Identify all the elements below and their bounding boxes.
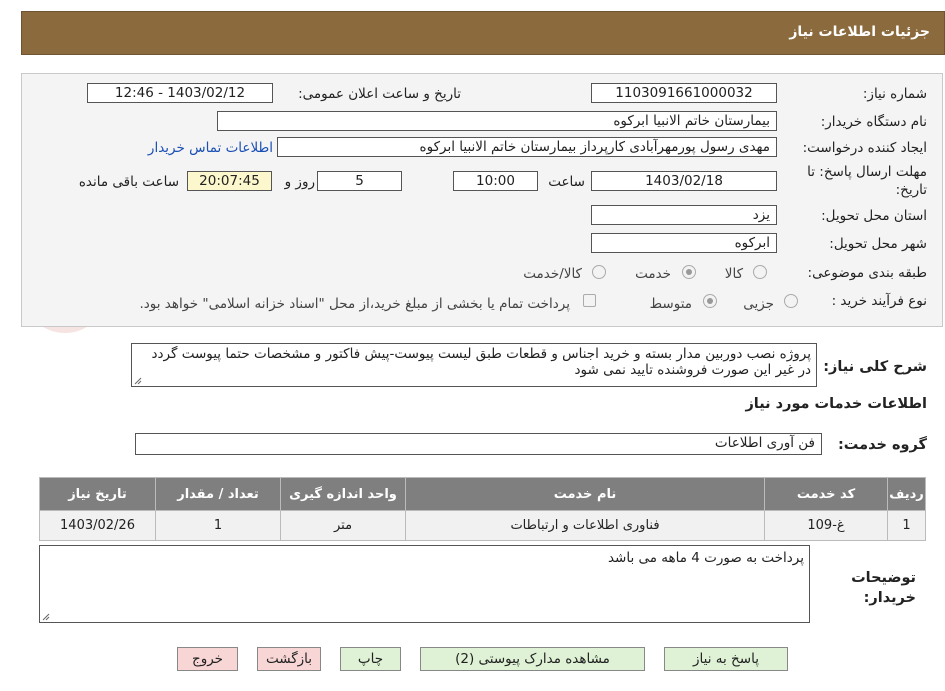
description-text: پروژه نصب دوربین مدار بسته و خرید اجناس … [151,346,812,378]
announce-label: تاریخ و ساعت اعلان عمومی: [298,86,461,102]
days-field: 5 [317,171,402,191]
resize-grip-icon[interactable] [134,377,142,385]
process-radio-minor[interactable] [784,294,798,308]
category-option-goods-service: کالا/خدمت [523,266,582,282]
cell-need-date: 1403/02/26 [39,510,156,541]
buyer-notes-label: توضیحات خریدار: [851,570,916,606]
category-option-goods: کالا [724,266,743,282]
days-label: روز و [284,174,315,190]
province-field: یزد [591,205,777,225]
col-unit: واحد اندازه گیری [280,477,406,511]
reply-button[interactable]: پاسخ به نیاز [664,647,788,671]
process-option-minor: جزیی [743,296,774,312]
page-header: جزئیات اطلاعات نیاز [21,11,945,55]
cell-quantity: 1 [155,510,281,541]
creator-label: ایجاد کننده درخواست: [802,140,927,156]
remaining-time-field: 20:07:45 [187,171,272,191]
table-header-row: ردیف کد خدمت نام خدمت واحد اندازه گیری ت… [39,477,926,511]
buyer-org-label: نام دستگاه خریدار: [820,114,927,130]
buyer-notes-text: پرداخت به صورت 4 ماهه می باشد [607,550,804,566]
col-need-date: تاریخ نیاز [39,477,156,511]
resize-grip-icon[interactable] [42,613,50,621]
category-radio-goods-service[interactable] [592,265,606,279]
view-attachments-button[interactable]: مشاهده مدارک پیوستی (2) [420,647,645,671]
category-radio-goods[interactable] [753,265,767,279]
category-radio-service[interactable] [682,265,696,279]
services-table: ردیف کد خدمت نام خدمت واحد اندازه گیری ت… [39,477,926,541]
service-group-label: گروه خدمت: [837,437,927,453]
print-button[interactable]: چاپ [340,647,401,671]
deadline-date-field: 1403/02/18 [591,171,777,191]
description-textarea[interactable]: پروژه نصب دوربین مدار بسته و خرید اجناس … [131,343,817,387]
category-label: طبقه بندی موضوعی: [807,265,927,281]
remaining-label: ساعت باقی مانده [78,174,179,190]
creator-field: مهدی رسول پورمهرآبادی کارپرداز بیمارستان… [277,137,777,157]
exit-button[interactable]: خروج [177,647,238,671]
deadline-time-field: 10:00 [453,171,538,191]
treasury-payment-note: پرداخت تمام یا بخشی از مبلغ خرید،از محل … [139,296,570,312]
page-title: جزئیات اطلاعات نیاز [789,24,930,40]
process-label: نوع فرآیند خرید : [831,293,927,309]
treasury-payment-checkbox[interactable] [583,294,596,307]
services-section-title: اطلاعات خدمات مورد نیاز [745,396,927,412]
process-option-medium: متوسط [649,296,692,312]
deadline-label: مهلت ارسال پاسخ: تا تاریخ: [807,164,927,198]
buyer-org-field: بیمارستان خاتم الانبیا ابرکوه [217,111,777,131]
need-number-field: 1103091661000032 [591,83,777,103]
city-label: شهر محل تحویل: [829,236,927,252]
col-service-name: نام خدمت [405,477,765,511]
province-label: استان محل تحویل: [821,208,927,224]
city-field: ابرکوه [591,233,777,253]
col-row-number: ردیف [887,477,926,511]
description-label: شرح کلی نیاز: [823,359,927,375]
buyer-notes-textarea[interactable]: پرداخت به صورت 4 ماهه می باشد [39,545,810,623]
back-button[interactable]: بازگشت [257,647,321,671]
service-group-field: فن آوری اطلاعات [135,433,822,455]
category-option-service: خدمت [635,266,671,282]
announce-field: 1403/02/12 - 12:46 [87,83,273,103]
process-radio-medium[interactable] [703,294,717,308]
buyer-contact-link[interactable]: اطلاعات تماس خریدار [148,140,273,156]
col-quantity: تعداد / مقدار [155,477,281,511]
col-service-code: کد خدمت [764,477,888,511]
cell-unit: متر [280,510,406,541]
deadline-time-label: ساعت [548,174,585,190]
need-number-label: شماره نیاز: [862,86,927,102]
table-row: 1 غ-109 فناوری اطلاعات و ارتباطات متر 1 … [39,510,926,541]
cell-service-code: غ-109 [764,510,888,541]
cell-service-name: فناوری اطلاعات و ارتباطات [405,510,765,541]
cell-row-number: 1 [887,510,926,541]
